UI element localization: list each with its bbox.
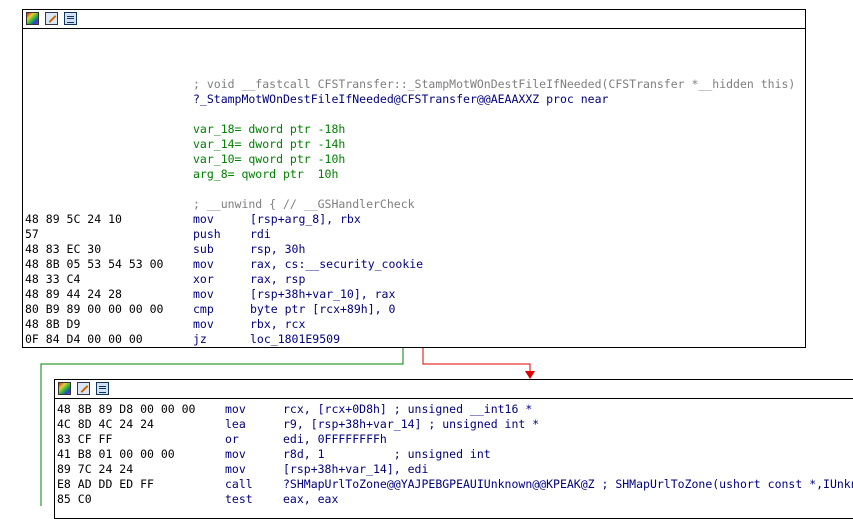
opcode-bytes: 48 33 C4: [25, 272, 81, 286]
opcode-bytes: 0F 84 D4 00 00 00: [25, 332, 143, 346]
mnemonic[interactable]: mov: [193, 212, 214, 227]
var-10-decl[interactable]: var_10= qword ptr -10h: [193, 152, 345, 167]
mnemonic[interactable]: xor: [193, 272, 214, 287]
arrow-head-icon: [525, 371, 535, 379]
instruction-row[interactable]: 80 B9 89 00 00 00 00 cmp byte ptr [rcx+89h…: [23, 302, 805, 317]
operands[interactable]: edi, 0FFFFFFFFh: [283, 432, 387, 447]
opcode-bytes: 41 B8 01 00 00 00: [57, 447, 175, 461]
opcode-bytes: 48 83 EC 30: [25, 242, 102, 256]
edge-false-branch: [422, 348, 531, 372]
instruction-row[interactable]: 0F 84 D4 00 00 00 jz loc_1801E9509: [23, 332, 805, 347]
node-title-bar[interactable]: [23, 10, 805, 29]
operands[interactable]: loc_1801E9509: [250, 332, 340, 347]
mnemonic[interactable]: push: [193, 227, 221, 242]
opcode-bytes: 48 8B D9: [25, 317, 81, 331]
opcode-bytes: 48 8B 05 53 54 53 00: [25, 257, 164, 271]
operands[interactable]: [rsp+arg_8], rbx: [250, 212, 361, 227]
operands[interactable]: rsp, 30h: [250, 242, 305, 257]
instruction-row[interactable]: 89 7C 24 24 mov [rsp+38h+var_14], edi: [55, 462, 853, 477]
opcode-bytes: 57: [25, 227, 39, 241]
operands[interactable]: byte ptr [rcx+89h], 0: [250, 302, 395, 317]
operands[interactable]: rax, rsp: [250, 272, 305, 287]
opcode-bytes: 83 CF FF: [57, 432, 113, 446]
instruction-row[interactable]: 48 8B 89 D8 00 00 00 mov rcx, [rcx+0D8h] ;…: [55, 402, 853, 417]
proc-declaration[interactable]: ?_StampMotWOnDestFileIfNeeded@CFSTransfe…: [193, 92, 608, 107]
graph-icon[interactable]: [58, 382, 71, 395]
operands[interactable]: [rsp+38h+var_10], rax: [250, 287, 395, 302]
arg-8-decl[interactable]: arg_8= qword ptr 10h: [193, 167, 338, 182]
mnemonic[interactable]: jz: [193, 332, 207, 347]
opcode-bytes: 80 B9 89 00 00 00 00: [25, 302, 164, 316]
instruction-row[interactable]: 4C 8D 4C 24 24 lea r9, [rsp+38h+var_14] ; …: [55, 417, 853, 432]
edit-icon[interactable]: [45, 12, 58, 25]
operands[interactable]: [rsp+38h+var_14], edi: [283, 462, 428, 477]
operands[interactable]: r9, [rsp+38h+var_14] ; unsigned int *: [283, 417, 539, 432]
instruction-row[interactable]: 57 push rdi: [23, 227, 805, 242]
instruction-row[interactable]: 48 8B D9 mov rbx, rcx: [23, 317, 805, 332]
opcode-bytes: E8 AD DD ED FF: [57, 477, 154, 491]
operands[interactable]: rdi: [250, 227, 271, 242]
opcode-bytes: 48 8B 89 D8 00 00 00: [57, 402, 196, 416]
operands[interactable]: eax, eax: [283, 492, 338, 507]
listing-icon[interactable]: [96, 382, 109, 395]
opcode-bytes: 89 7C 24 24: [57, 462, 134, 476]
instruction-row[interactable]: 83 CF FF or edi, 0FFFFFFFFh: [55, 432, 853, 447]
var-18-decl[interactable]: var_18= dword ptr -18h: [193, 122, 345, 137]
opcode-bytes: 48 89 5C 24 10: [25, 212, 122, 226]
mnemonic[interactable]: or: [225, 432, 239, 447]
opcode-bytes: 4C 8D 4C 24 24: [57, 417, 154, 431]
opcode-bytes: 48 89 44 24 28: [25, 287, 122, 301]
operands[interactable]: rax, cs:__security_cookie: [250, 257, 423, 272]
mnemonic[interactable]: mov: [193, 287, 214, 302]
edit-icon[interactable]: [77, 382, 90, 395]
instruction-row[interactable]: 48 33 C4 xor rax, rsp: [23, 272, 805, 287]
listing-icon[interactable]: [64, 12, 77, 25]
graph-node-entry[interactable]: ; void __fastcall CFSTransfer::_StampMot…: [22, 9, 806, 348]
instruction-row[interactable]: 48 89 44 24 28 mov [rsp+38h+var_10], rax: [23, 287, 805, 302]
instruction-row[interactable]: E8 AD DD ED FF call ?SHMapUrlToZone@@YAJPE…: [55, 477, 853, 492]
node-title-bar[interactable]: [55, 380, 853, 399]
mnemonic[interactable]: cmp: [193, 302, 214, 317]
operands[interactable]: r8d, 1 ; unsigned int: [283, 447, 491, 462]
func-signature-comment: ; void __fastcall CFSTransfer::_StampMot…: [193, 77, 796, 91]
instruction-row[interactable]: 48 8B 05 53 54 53 00 mov rax, cs:__securit…: [23, 257, 805, 272]
mnemonic[interactable]: mov: [225, 402, 246, 417]
instruction-row[interactable]: 48 89 5C 24 10 mov [rsp+arg_8], rbx: [23, 212, 805, 227]
operands[interactable]: ?SHMapUrlToZone@@YAJPEBGPEAUIUnknown@@KP…: [283, 477, 853, 492]
opcode-bytes: 85 C0: [57, 492, 92, 506]
mnemonic[interactable]: mov: [193, 257, 214, 272]
operands[interactable]: rcx, [rcx+0D8h] ; unsigned __int16 *: [283, 402, 532, 417]
operands[interactable]: rbx, rcx: [250, 317, 305, 332]
mnemonic[interactable]: lea: [225, 417, 246, 432]
mnemonic[interactable]: mov: [225, 447, 246, 462]
mnemonic[interactable]: sub: [193, 242, 214, 257]
mnemonic[interactable]: mov: [225, 462, 246, 477]
instruction-row[interactable]: 48 83 EC 30 sub rsp, 30h: [23, 242, 805, 257]
mnemonic[interactable]: mov: [193, 317, 214, 332]
graph-node-fallthrough[interactable]: 48 8B 89 D8 00 00 00 mov rcx, [rcx+0D8h] ;…: [54, 379, 853, 519]
graph-icon[interactable]: [26, 12, 39, 25]
var-14-decl[interactable]: var_14= dword ptr -14h: [193, 137, 345, 152]
mnemonic[interactable]: test: [225, 492, 253, 507]
unwind-comment: ; __unwind { // __GSHandlerCheck: [193, 197, 415, 211]
instruction-row[interactable]: 41 B8 01 00 00 00 mov r8d, 1 ; unsigned in…: [55, 447, 853, 462]
mnemonic[interactable]: call: [225, 477, 253, 492]
instruction-row[interactable]: 85 C0 test eax, eax: [55, 492, 853, 507]
